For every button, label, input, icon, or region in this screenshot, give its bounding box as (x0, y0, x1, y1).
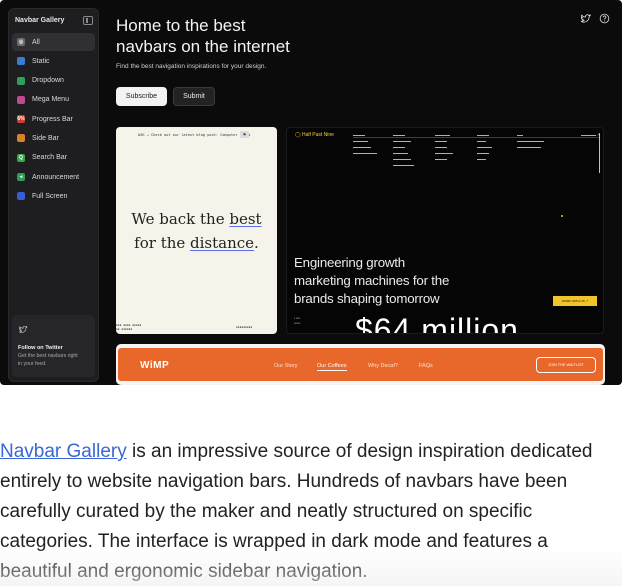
twitter-follow-line-1: Get the best navbars right (18, 353, 78, 359)
preview-nav-link-active: Our Coffees (317, 363, 347, 371)
sidebar-item-static[interactable]: Static (12, 52, 95, 70)
sidebar-item-dropdown[interactable]: Dropdown (12, 72, 95, 90)
preview-headline-text: for the (134, 234, 191, 252)
preview-headline: Engineering growth marketing machines fo… (294, 254, 449, 308)
preview-headline-text: . (254, 234, 259, 252)
screenshot-frame: Navbar Gallery ◎ All Static Dropdown Mega Me… (0, 0, 622, 385)
static-icon (17, 57, 25, 66)
sidebar-item-label: All (32, 38, 40, 46)
sidebar-item-mega-menu[interactable]: Mega Menu (12, 91, 95, 109)
navbar-preview-card-orange[interactable]: WiMP Our Story Our Coffees Why Decaf? FA… (116, 344, 605, 385)
page-title: Home to the best navbars on the internet (116, 15, 316, 57)
preview-mega-menu: ▬▬▬▬ ▬▬▬▬▬ ▬▬▬▬▬▬ ▬▬▬▬▬▬▬▬ ▬▬▬▬ ▬▬▬▬▬▬ ▬▬▬▬ ▬▬… (353, 132, 600, 167)
announcement-icon: ◂ (17, 173, 25, 182)
preview-logo: WiMP (140, 360, 170, 371)
preview-headline-text: We back the (131, 210, 230, 228)
sidebar-item-label: Dropdown (32, 77, 64, 85)
submit-button[interactable]: Submit (173, 87, 215, 106)
page-subtitle: Find the best navigation inspirations fo… (116, 63, 267, 70)
preview-menu-column: ▬▬▬▬▬▬▬▬▬▬▬▬▬▬▬▬▬▬▬▬▬▬▬ (353, 133, 377, 155)
sidebar-header: Navbar Gallery (9, 10, 98, 30)
sidebar-item-label: Progress Bar (32, 115, 73, 123)
preview-small-text: ▪ ▪▪▪▪ ▪▪▪▪▪▪ (294, 316, 301, 325)
sidebar-item-label: Side Bar (32, 134, 59, 142)
preview-nav-link: Our Story (274, 363, 298, 369)
preview-headline-underlined: distance (190, 234, 255, 252)
preview-orange-navbar: WiMP Our Story Our Coffees Why Decaf? FA… (118, 348, 603, 381)
sidebar-item-progress-bar[interactable]: 6% Progress Bar (12, 110, 95, 128)
page-title-line-1: Home to the best (116, 16, 246, 35)
sidebar-item-label: Static (32, 57, 50, 65)
preview-menu-column: ▬▬▬▬▬▬▬▬▬▬▬▬▬▬▬▬▬▬▬ (517, 133, 544, 149)
sidebar-item-label: Full Screen (32, 192, 68, 200)
preview-nav-link: Why Decaf? (368, 363, 398, 369)
article-body: is an impressive source of design inspir… (0, 441, 593, 582)
brand-name: Navbar Gallery (15, 16, 65, 24)
sidebar-item-all[interactable]: ◎ All (12, 33, 95, 51)
sidebar-item-label: Mega Menu (32, 96, 69, 104)
preview-nav-link: FAQs (419, 363, 433, 369)
preview-logo: ◯ Half Past Nine (295, 132, 334, 138)
preview-headline-line: Engineering growth (294, 255, 405, 270)
preview-logo-text: Half Past Nine (302, 132, 334, 138)
preview-headline-underlined: best (229, 210, 262, 228)
full-screen-icon (17, 192, 25, 201)
sidebar-item-full-screen[interactable]: Full Screen (12, 187, 95, 205)
subscribe-button[interactable]: Subscribe (116, 87, 167, 106)
sidebar-nav: ◎ All Static Dropdown Mega Menu 6% Progress Ba… (9, 33, 98, 205)
preview-menu-column: ▬▬▬▬▬▬▬▬▬▬▬▬▬▬▬▬▬▬▬▬▬▬▬ (435, 133, 453, 161)
preview-topbar-text: ASK → Check out our latest blog post: Co… (138, 133, 251, 137)
preview-headline: We back the best for the distance. (116, 207, 277, 255)
twitter-follow-line-2: in your feed. (18, 361, 47, 367)
preview-footer-text: ▪▪▪ ▪▪▪▪ ▪▪▪▪▪ ▪▪ ▪▪▪▪▪▪ (116, 323, 142, 331)
preview-dot (561, 215, 563, 217)
navbar-preview-card-dark[interactable]: ◯ Half Past Nine ▬▬▬▬ ▬▬▬▬▬ ▬▬▬▬▬▬ ▬▬▬▬▬▬▬▬… (286, 127, 604, 334)
sidebar-item-label: Search Bar (32, 154, 68, 162)
twitter-icon[interactable] (580, 11, 592, 23)
progress-bar-icon: 6% (17, 115, 25, 124)
sidebar-item-side-bar[interactable]: Side Bar (12, 129, 95, 147)
all-icon: ◎ (17, 38, 25, 46)
top-right-icons (580, 11, 610, 24)
sidebar-toggle-icon[interactable] (83, 15, 93, 25)
side-bar-icon (17, 134, 25, 143)
sidebar-item-announcement[interactable]: ◂ Announcement (12, 168, 95, 186)
sidebar: Navbar Gallery ◎ All Static Dropdown Mega Me… (8, 8, 99, 382)
twitter-follow-card[interactable]: Follow on Twitter Get the best navbars r… (12, 315, 95, 377)
navbar-preview-card-serif[interactable]: ASK → Check out our latest blog post: Co… (116, 127, 277, 334)
page-title-line-2: navbars on the internet (116, 37, 290, 56)
preview-menu-column: ▬▬▬▬ ▬▬▬▬▬▬ ▬▬▬▬ ▬▬▬▬▬ ▬▬▬▬▬▬ ▬▬▬▬▬▬▬ (393, 133, 414, 167)
preview-headline-line: marketing machines for the (294, 273, 450, 288)
article-paragraph: Navbar Gallery is an impressive source o… (0, 437, 622, 586)
twitter-icon (19, 325, 28, 333)
preview-topbar-badge: ▣ (240, 131, 249, 138)
preview-cta-button: WORK WITH US ↗ (553, 296, 597, 306)
sidebar-item-label: Announcement (32, 173, 80, 181)
dropdown-icon (17, 76, 25, 85)
preview-headline-line: brands shaping tomorrow (294, 291, 440, 306)
navbar-gallery-link[interactable]: Navbar Gallery (0, 441, 127, 462)
help-icon[interactable] (599, 11, 610, 24)
preview-menu-column: ▬▬▬▬▬▬▬▬▬▬▬▬▬▬▬▬▬▬▬ (477, 133, 492, 161)
preview-big-number: $64 million (355, 312, 519, 334)
preview-footer-text-2: ▪▪▪▪▪▪▪▪▪ (236, 325, 253, 329)
twitter-follow-title: Follow on Twitter (18, 345, 63, 351)
preview-waitlist-button: JOIN THE WAITLIST (536, 357, 596, 373)
preview-menu-column: ▬▬▬▬▬ ↗ (581, 133, 600, 137)
search-icon: Q (17, 153, 25, 162)
sidebar-item-search-bar[interactable]: Q Search Bar (12, 149, 95, 167)
mega-menu-icon (17, 95, 25, 104)
